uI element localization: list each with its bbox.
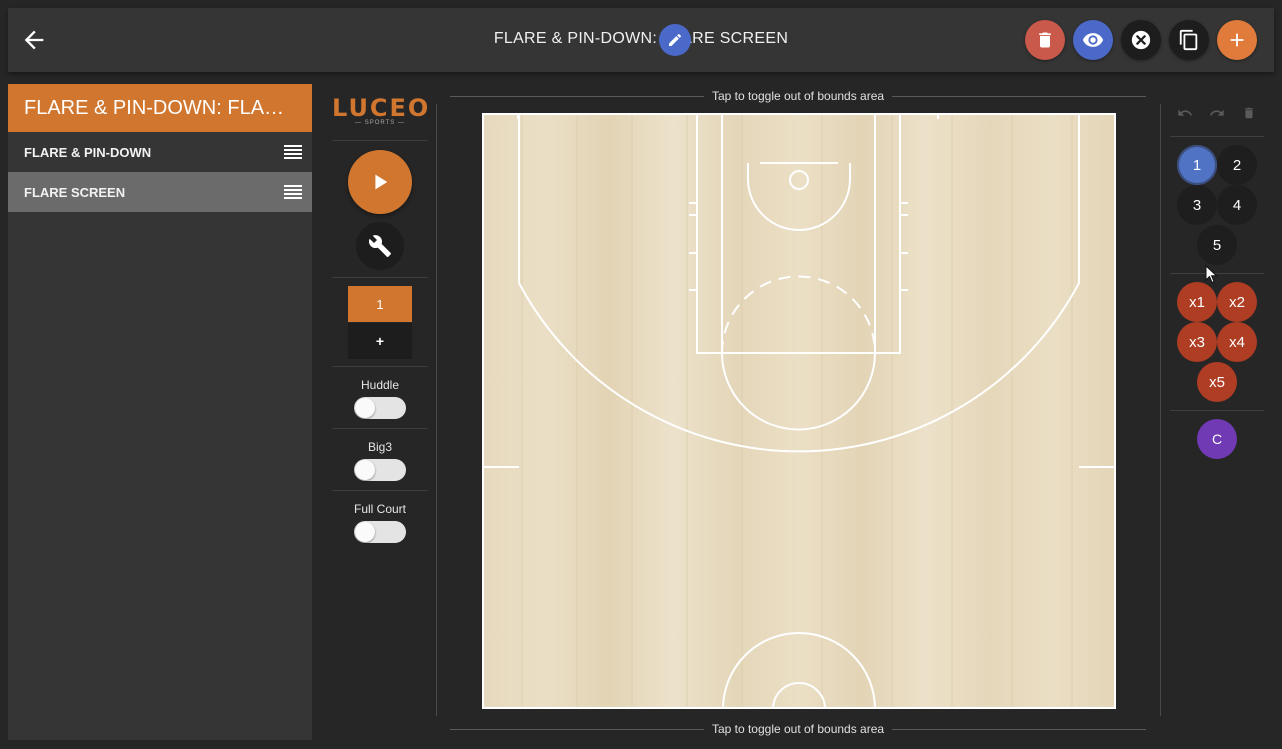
- defense-token-x5[interactable]: x5: [1197, 362, 1237, 402]
- undo-icon: [1178, 109, 1192, 116]
- tool-column: LUCEO — SPORTS — 1 + Huddle Big3 Full Co…: [332, 84, 428, 716]
- set-item-label: FLARE SCREEN: [24, 184, 126, 200]
- oob-line: [892, 95, 1147, 97]
- offense-token-5[interactable]: 5: [1197, 225, 1237, 265]
- logo-text: LUCEO: [332, 94, 431, 122]
- divider: [332, 277, 428, 278]
- add-frame-button[interactable]: +: [348, 323, 412, 359]
- offense-token-4[interactable]: 4: [1217, 185, 1257, 225]
- trash-icon: [1244, 107, 1254, 119]
- divider: [332, 140, 428, 141]
- redo-icon: [1210, 109, 1224, 116]
- top-app-bar: FLARE & PIN-DOWN: FLARE SCREEN: [8, 8, 1274, 72]
- offense-token-1[interactable]: 1: [1177, 145, 1217, 185]
- settings-wrench-button[interactable]: [356, 222, 404, 270]
- huddle-label: Huddle: [360, 378, 400, 392]
- court-divider-left: [436, 104, 437, 716]
- divider: [1170, 273, 1264, 274]
- toggle-knob: [355, 522, 375, 542]
- oob-line: [450, 728, 704, 730]
- oob-toggle-bottom[interactable]: Tap to toggle out of bounds area: [450, 721, 1147, 737]
- copy-button[interactable]: [1169, 20, 1209, 60]
- oob-toggle-top[interactable]: Tap to toggle out of bounds area: [450, 88, 1147, 104]
- mouse-cursor-icon: [1205, 265, 1218, 284]
- pencil-icon: [669, 33, 682, 46]
- play-icon: [375, 174, 388, 190]
- oob-bottom-text: Tap to toggle out of bounds area: [711, 722, 885, 736]
- drag-handle-icon[interactable]: [284, 144, 302, 160]
- defense-token-x4[interactable]: x4: [1217, 322, 1257, 362]
- play-title-header-label: FLARE & PIN-DOWN: FLARE …: [24, 96, 296, 119]
- luceo-logo: LUCEO — SPORTS —: [332, 94, 428, 126]
- court-divider-right: [1160, 104, 1161, 716]
- copy-icon: [1179, 29, 1198, 51]
- preview-button[interactable]: [1073, 20, 1113, 60]
- defense-token-x2[interactable]: x2: [1217, 282, 1257, 322]
- redo-button[interactable]: [1204, 100, 1230, 126]
- oob-top-text: Tap to toggle out of bounds area: [711, 89, 885, 103]
- oob-line: [450, 95, 704, 97]
- divider: [332, 366, 428, 367]
- set-item-label: FLARE & PIN-DOWN: [24, 144, 152, 160]
- add-button[interactable]: [1217, 20, 1257, 60]
- play-animation-button[interactable]: [348, 150, 412, 214]
- close-circle-icon: [1131, 30, 1151, 50]
- full-court-toggle[interactable]: [354, 521, 406, 543]
- play-sets-panel: FLARE & PIN-DOWN: FLARE … FLARE & PIN-DO…: [8, 84, 312, 740]
- huddle-toggle[interactable]: [354, 397, 406, 419]
- big3-toggle[interactable]: [354, 459, 406, 481]
- court-drawing: [482, 112, 1116, 749]
- drag-handle-icon[interactable]: [284, 184, 302, 200]
- divider: [332, 428, 428, 429]
- undo-button[interactable]: [1172, 100, 1198, 126]
- set-item-flare-screen[interactable]: FLARE SCREEN: [8, 172, 312, 212]
- offense-token-3[interactable]: 3: [1177, 185, 1217, 225]
- plus-icon: [1230, 33, 1244, 47]
- trash-icon: [1039, 32, 1051, 48]
- wrench-icon: [368, 235, 391, 257]
- divider: [1170, 410, 1264, 411]
- defense-token-x1[interactable]: x1: [1177, 282, 1217, 322]
- frame-1-button[interactable]: 1: [348, 286, 412, 322]
- delete-play-button[interactable]: [1025, 20, 1065, 60]
- eye-icon: [1082, 33, 1104, 47]
- offense-token-2[interactable]: 2: [1217, 145, 1257, 185]
- big3-label: Big3: [367, 440, 393, 454]
- divider: [332, 490, 428, 491]
- full-court-label: Full Court: [353, 502, 406, 516]
- basketball-court[interactable]: [482, 112, 1116, 749]
- arrow-left-icon: [24, 30, 44, 50]
- divider: [1170, 136, 1264, 137]
- close-button[interactable]: [1121, 20, 1161, 60]
- oob-line: [892, 728, 1147, 730]
- clear-button[interactable]: [1236, 100, 1262, 126]
- play-title-header[interactable]: FLARE & PIN-DOWN: FLARE …: [8, 84, 312, 132]
- coach-token[interactable]: C: [1197, 419, 1237, 459]
- edit-title-button[interactable]: [659, 24, 691, 56]
- toggle-knob: [355, 460, 375, 480]
- toggle-knob: [355, 398, 375, 418]
- set-item-flare-pin-down[interactable]: FLARE & PIN-DOWN: [8, 132, 312, 172]
- back-button[interactable]: [20, 26, 48, 54]
- defense-token-x3[interactable]: x3: [1177, 322, 1217, 362]
